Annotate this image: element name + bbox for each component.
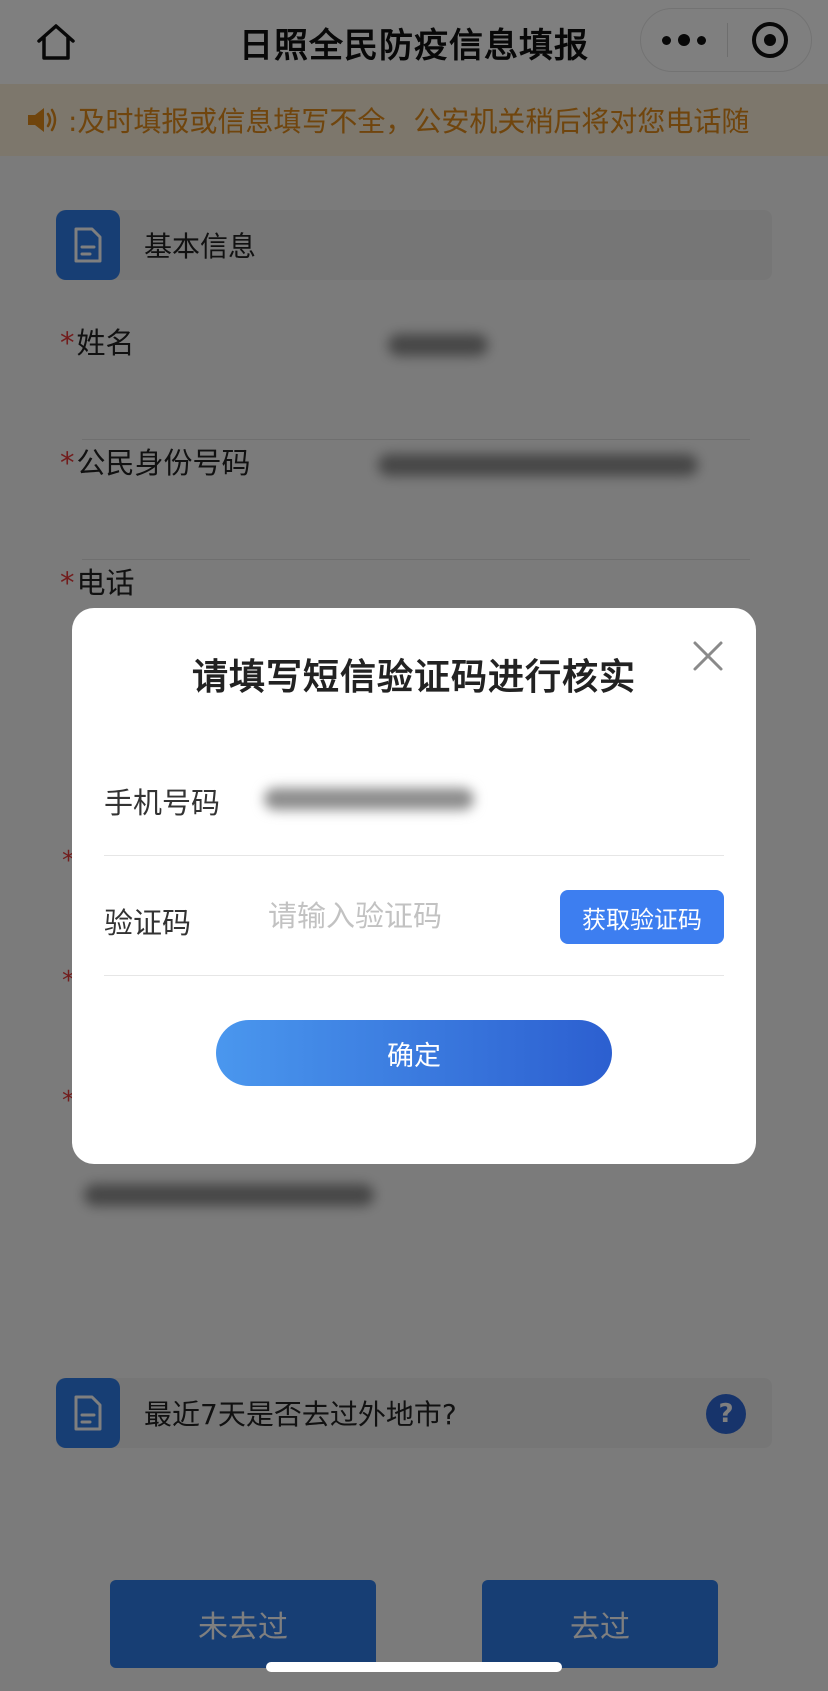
code-input[interactable] [268, 892, 528, 940]
close-icon[interactable] [690, 638, 726, 674]
redacted-phone [264, 788, 474, 810]
dialog-title: 请填写短信验证码进行核实 [191, 657, 636, 698]
sms-verification-dialog: 请填写短信验证码进行核实 手机号码 验证码 获取验证码 确定 [72, 608, 756, 1164]
confirm-button[interactable]: 确定 [216, 1020, 612, 1086]
screen: 日照全民防疫信息填报 :及时填报或信息填写不全，公安机关稍后将对您电话随 [0, 0, 828, 1691]
phone-number-row: 手机号码 [104, 736, 724, 856]
get-code-button[interactable]: 获取验证码 [560, 890, 724, 944]
code-label: 验证码 [104, 906, 192, 940]
phone-label: 手机号码 [104, 786, 221, 820]
divider [104, 975, 724, 976]
home-indicator [266, 1662, 562, 1672]
code-row: 验证码 获取验证码 [104, 856, 724, 976]
